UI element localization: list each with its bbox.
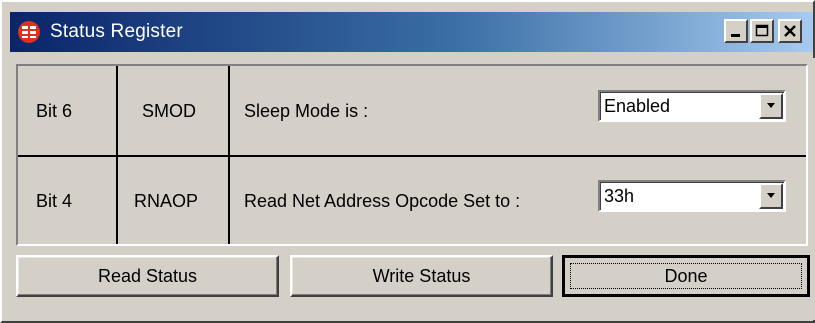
write-status-label: Write Status <box>372 265 471 286</box>
dropdown-selected-value: 33h <box>604 186 635 206</box>
register-field-name: SMOD <box>142 101 196 121</box>
app-logo-icon <box>18 21 40 43</box>
bit-label: Bit 6 <box>36 101 73 121</box>
register-field-name: RNAOP <box>134 191 199 211</box>
window-title: Status Register <box>50 21 183 42</box>
status-register-window: Status Register Bit 6 SMOD Sleep Mode is… <box>0 0 815 323</box>
field-description: Sleep Mode is : <box>244 101 369 121</box>
title-bar[interactable]: Status Register <box>10 12 813 52</box>
field-description: Read Net Address Opcode Set to : <box>244 191 521 211</box>
maximize-button[interactable] <box>750 19 774 43</box>
dropdown-arrow-button[interactable] <box>759 183 783 209</box>
read-status-button[interactable]: Read Status <box>16 255 279 297</box>
column-divider <box>228 66 230 244</box>
column-divider <box>116 66 118 244</box>
close-icon <box>784 25 796 37</box>
chevron-down-icon <box>767 103 775 108</box>
dropdown-arrow-button[interactable] <box>759 93 783 119</box>
dropdown-selected-value: Enabled <box>604 96 671 116</box>
done-button[interactable]: Done <box>562 255 810 297</box>
read-status-label: Read Status <box>97 265 198 286</box>
window-client-area: Bit 6 SMOD Sleep Mode is : Enabled Bit 4… <box>10 58 815 320</box>
bit-label: Bit 4 <box>36 191 73 211</box>
row-divider <box>18 155 806 157</box>
net-address-opcode-dropdown[interactable]: 33h <box>598 180 786 212</box>
write-status-button[interactable]: Write Status <box>290 255 553 297</box>
sleep-mode-dropdown[interactable]: Enabled <box>598 90 786 122</box>
focus-ring <box>570 263 802 289</box>
close-button[interactable] <box>778 19 802 43</box>
minimize-icon <box>731 34 740 37</box>
maximize-icon <box>755 24 769 37</box>
chevron-down-icon <box>767 193 775 198</box>
status-bits-table: Bit 6 SMOD Sleep Mode is : Enabled Bit 4… <box>16 64 808 246</box>
minimize-button[interactable] <box>724 19 748 43</box>
